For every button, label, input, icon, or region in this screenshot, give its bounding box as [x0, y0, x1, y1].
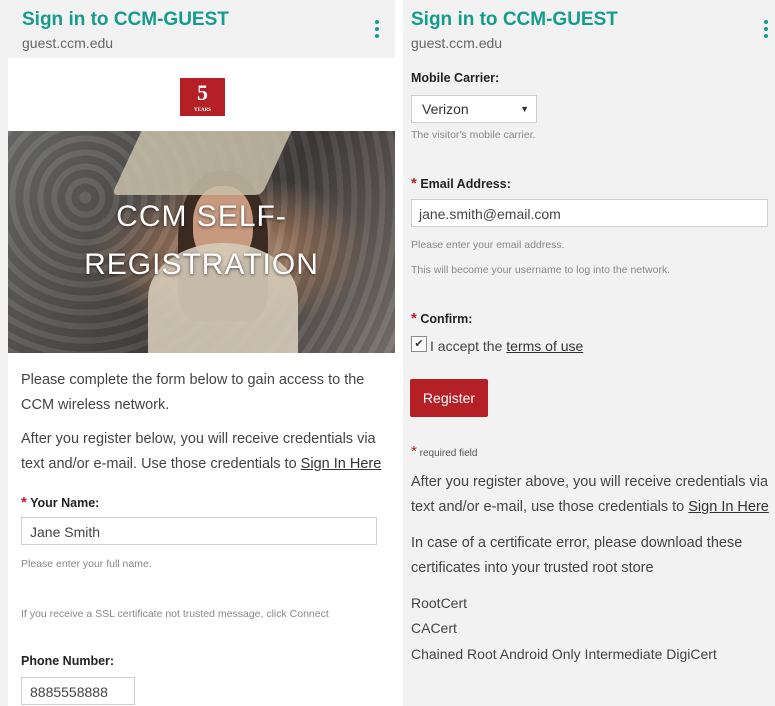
app-bar: Sign in to CCM-GUEST guest.ccm.edu: [0, 0, 395, 58]
hero-banner: CCM SELF- REGISTRATION: [8, 131, 395, 353]
register-button[interactable]: Register: [410, 379, 488, 417]
overflow-menu-icon[interactable]: [763, 20, 769, 40]
accept-terms-text: I accept the terms of use: [430, 338, 584, 354]
app-bar: Sign in to CCM-GUEST guest.ccm.edu: [403, 0, 775, 58]
page-title: Sign in to CCM-GUEST: [22, 9, 229, 30]
hero-title: CCM SELF- REGISTRATION: [84, 200, 319, 281]
page-title: Sign in to CCM-GUEST: [411, 9, 618, 30]
carrier-label: Mobile Carrier:: [411, 71, 500, 85]
carrier-help: The visitor's mobile carrier.: [411, 129, 536, 141]
sign-in-link[interactable]: Sign In Here: [301, 456, 382, 472]
digicert-link[interactable]: Chained Root Android Only Intermediate D…: [411, 646, 717, 662]
email-help: Please enter your email address.: [411, 239, 565, 251]
after-register-text: After you register below, you will recei…: [21, 431, 382, 472]
certificate-text: In case of a certificate error, please d…: [411, 535, 743, 576]
screen-divider: [395, 0, 403, 706]
terms-of-use-link[interactable]: terms of use: [506, 338, 583, 354]
intro-text: Please complete the form below to gain a…: [21, 372, 365, 413]
page-url: guest.ccm.edu: [411, 35, 503, 51]
page-url: guest.ccm.edu: [22, 35, 114, 51]
accept-terms-checkbox[interactable]: ✔: [411, 336, 427, 352]
ssl-help: If you receive a SSL certificate not tru…: [21, 608, 329, 620]
right-screen: Sign in to CCM-GUEST guest.ccm.edu Mobil…: [403, 0, 775, 706]
cacert-link[interactable]: CACert: [411, 620, 457, 636]
name-label: * Your Name:: [21, 494, 100, 511]
dropdown-arrow-icon: ▼: [520, 104, 529, 114]
rootcert-link[interactable]: RootCert: [411, 595, 467, 611]
email-username-help: This will become your username to log in…: [411, 264, 671, 276]
phone-label: Phone Number:: [21, 654, 115, 668]
confirm-label: * Confirm:: [411, 310, 473, 327]
overflow-menu-icon[interactable]: [374, 20, 380, 40]
name-field[interactable]: Jane Smith: [21, 517, 377, 545]
sign-in-link[interactable]: Sign In Here: [688, 499, 769, 515]
page-content: 5 YEARS CCM SELF- REGISTRATION Please com…: [8, 58, 395, 706]
email-field[interactable]: jane.smith@email.com: [411, 199, 768, 227]
email-label: * Email Address:: [411, 175, 511, 192]
required-note: * required field: [411, 443, 478, 460]
left-screen: Sign in to CCM-GUEST guest.ccm.edu 5 YEAR…: [0, 0, 395, 706]
carrier-select[interactable]: Verizon ▼: [411, 95, 537, 123]
after-register-text: After you register above, you will recei…: [411, 474, 769, 515]
page-content: Mobile Carrier: Verizon ▼ The visitor's m…: [403, 58, 769, 706]
ccm-logo: 5 YEARS: [180, 78, 225, 116]
phone-field[interactable]: 8885558888: [21, 677, 135, 705]
name-help: Please enter your full name.: [21, 558, 152, 570]
